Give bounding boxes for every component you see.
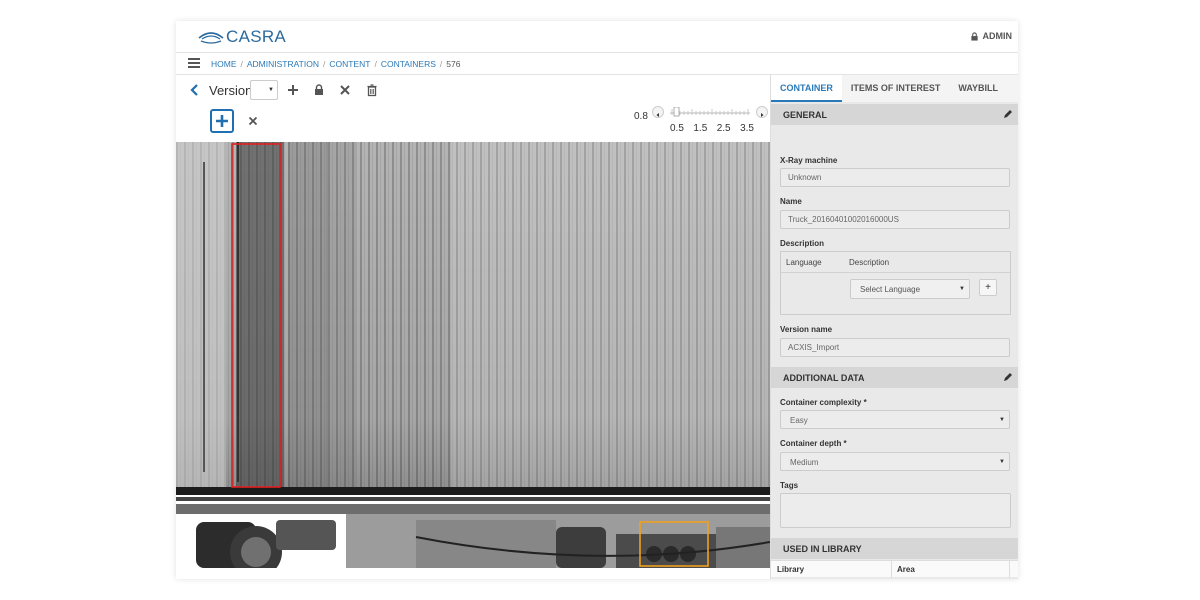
tab-waybill[interactable]: WAYBILL — [949, 75, 1007, 102]
tab-container[interactable]: CONTAINER — [771, 75, 842, 102]
zoom-slider[interactable] — [670, 107, 750, 117]
general-section-header: GENERAL — [771, 104, 1018, 125]
breadcrumb-content[interactable]: CONTENT — [329, 59, 370, 69]
tabs: CONTAINER ITEMS OF INTEREST WAYBILL — [771, 75, 1018, 102]
version-select[interactable]: ▼ — [250, 80, 278, 100]
user-menu[interactable]: ADMIN — [970, 31, 1013, 41]
close-icon[interactable] — [248, 116, 258, 126]
breadcrumb-current: 576 — [446, 59, 461, 69]
zoom-in-button[interactable] — [756, 106, 768, 118]
library-table-header: Library Area — [771, 560, 1018, 578]
xray-machine-field[interactable] — [780, 168, 1010, 187]
divider — [891, 561, 892, 578]
container-depth-label: Container depth * — [780, 439, 847, 448]
chevron-down-icon: ▼ — [999, 459, 1005, 465]
trash-icon[interactable] — [365, 83, 379, 97]
user-label: ADMIN — [982, 31, 1013, 41]
back-icon[interactable] — [189, 83, 199, 97]
version-name-field[interactable] — [780, 338, 1010, 357]
general-title: GENERAL — [783, 110, 828, 120]
chevron-down-icon: ▼ — [959, 286, 965, 292]
name-label: Name — [780, 197, 802, 206]
used-in-library-title: USED IN LIBRARY — [783, 544, 862, 554]
zoom-tick: 0.5 — [670, 123, 684, 134]
version-toolbar: Version ▼ — [176, 75, 770, 105]
eye-logo-icon — [198, 32, 224, 44]
language-select[interactable]: Select Language ▼ — [850, 279, 970, 299]
breadcrumb-home[interactable]: HOME — [211, 59, 237, 69]
zoom-tick: 3.5 — [740, 123, 754, 134]
lock-icon — [970, 31, 978, 41]
add-description-button[interactable]: + — [979, 279, 997, 296]
version-label: Version — [209, 83, 253, 98]
breadcrumb-containers[interactable]: CONTAINERS — [381, 59, 436, 69]
container-complexity-label: Container complexity * — [780, 398, 867, 407]
menu-icon[interactable] — [188, 58, 200, 68]
zoom-tick: 1.5 — [693, 123, 708, 134]
header: CASRA ADMIN — [176, 21, 1018, 53]
description-table: Language Description Select Language ▼ + — [780, 251, 1011, 315]
logo-text: CASRA — [226, 27, 287, 46]
language-select-value: Select Language — [860, 285, 921, 294]
caret-right-icon — [761, 113, 764, 117]
casra-logo[interactable]: CASRA — [198, 27, 286, 47]
image-panel: Version ▼ 0.8 0.5 1.5 2.5 3.5 — [176, 75, 770, 579]
chevron-down-icon: ▼ — [999, 417, 1005, 423]
zoom-value: 0.8 — [634, 111, 648, 122]
breadcrumb-bar: HOME / ADMINISTRATION / CONTENT / CONTAINER… — [176, 53, 1018, 75]
pencil-icon[interactable] — [1003, 109, 1013, 119]
divider — [781, 272, 1010, 273]
divider — [1009, 561, 1010, 578]
container-complexity-value: Easy — [790, 416, 808, 425]
area-column-header[interactable]: Area — [897, 565, 915, 574]
additional-data-section-header: ADDITIONAL DATA — [771, 367, 1018, 388]
xray-machine-label: X-Ray machine — [780, 156, 838, 165]
app-window: CASRA ADMIN HOME / ADMINISTRATION / CONTEN… — [176, 21, 1018, 579]
zoom-scale: 0.5 1.5 2.5 3.5 — [670, 123, 754, 134]
pencil-icon[interactable] — [1003, 372, 1013, 382]
description-column-header: Description — [849, 258, 890, 267]
description-label: Description — [780, 239, 825, 248]
library-column-header[interactable]: Library — [777, 565, 804, 574]
plus-icon — [216, 115, 228, 127]
container-complexity-select[interactable]: Easy ▼ — [780, 410, 1010, 429]
container-depth-value: Medium — [790, 458, 819, 467]
xray-image[interactable] — [176, 142, 770, 568]
xray-canvas[interactable] — [176, 142, 770, 568]
tags-label: Tags — [780, 481, 799, 490]
tab-items-of-interest[interactable]: ITEMS OF INTEREST — [842, 75, 950, 102]
properties-panel: CONTAINER ITEMS OF INTEREST WAYBILL GENE… — [770, 75, 1018, 579]
breadcrumb: HOME / ADMINISTRATION / CONTENT / CONTAINER… — [211, 59, 461, 69]
additional-data-title: ADDITIONAL DATA — [783, 373, 865, 383]
close-icon[interactable] — [338, 83, 352, 97]
name-field[interactable] — [780, 210, 1010, 229]
caret-left-icon — [656, 113, 659, 117]
container-depth-select[interactable]: Medium ▼ — [780, 452, 1010, 471]
add-annotation-button[interactable] — [210, 109, 234, 133]
plus-icon[interactable] — [286, 83, 300, 97]
breadcrumb-administration[interactable]: ADMINISTRATION — [247, 59, 319, 69]
lock-icon[interactable] — [312, 83, 326, 97]
language-column-header: Language — [786, 258, 822, 267]
used-in-library-section-header: USED IN LIBRARY — [771, 538, 1018, 559]
version-name-label: Version name — [780, 325, 833, 334]
zoom-tick: 2.5 — [716, 123, 731, 134]
tags-input[interactable] — [780, 493, 1011, 528]
zoom-out-button[interactable] — [652, 106, 664, 118]
